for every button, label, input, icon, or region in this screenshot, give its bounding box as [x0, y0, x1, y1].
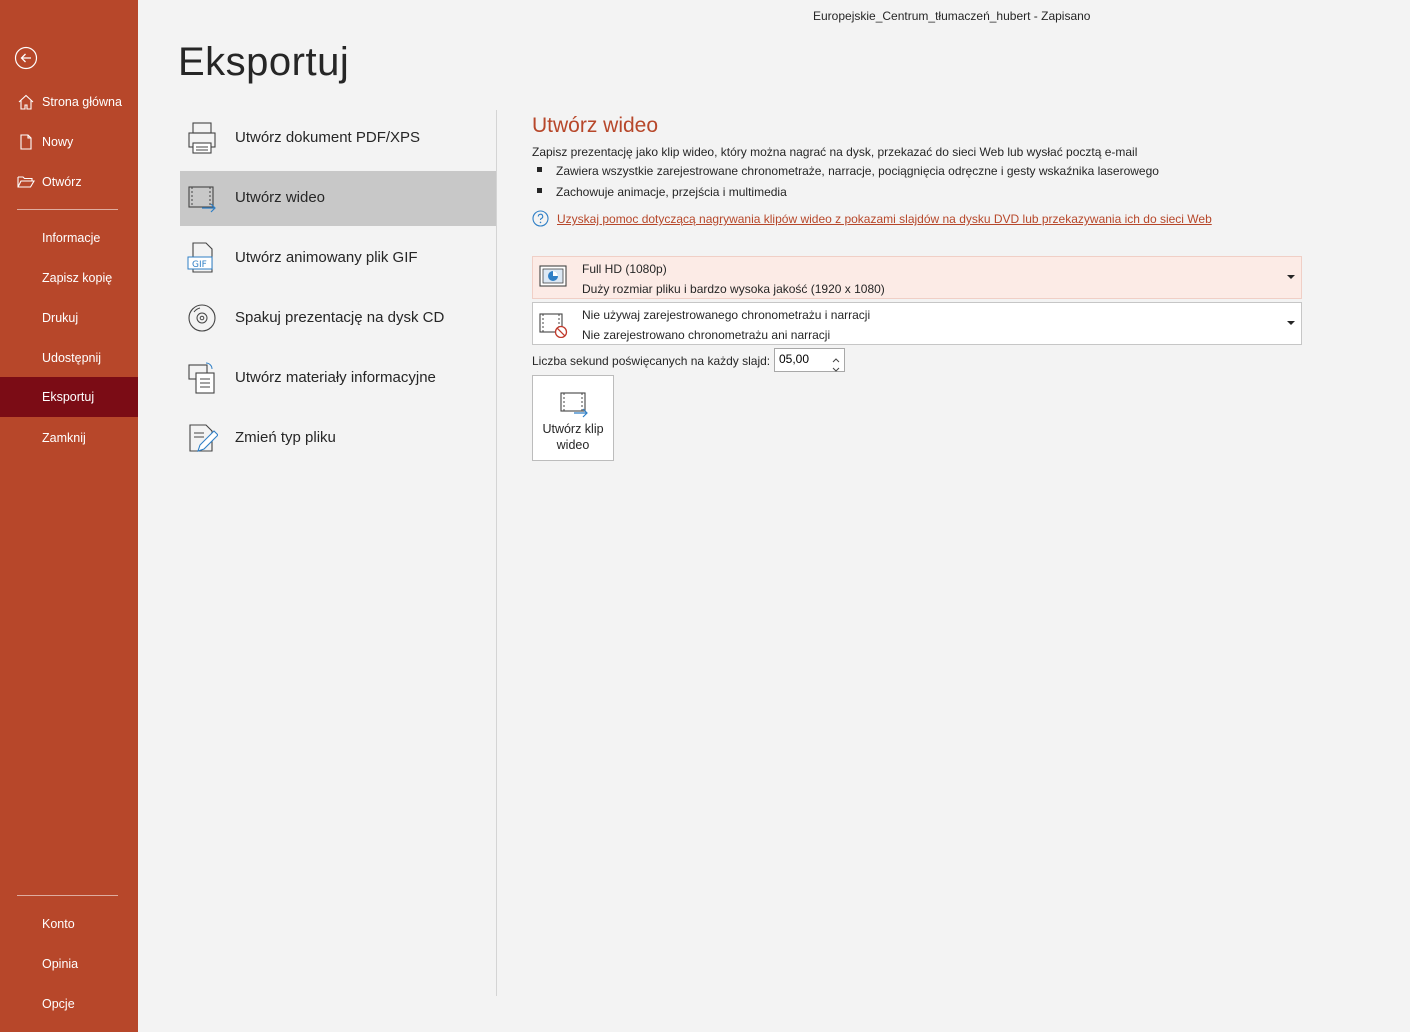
document-title: Europejskie_Centrum_tłumaczeń_hubert - Z…	[813, 9, 1091, 23]
dropdown-primary-text: Full HD (1080p)	[582, 262, 667, 276]
export-option-label: Utwórz animowany plik GIF	[235, 249, 418, 266]
sidebar-item-label: Strona główna	[42, 95, 122, 109]
sidebar-item-label: Konto	[42, 917, 75, 931]
change-file-type-icon	[186, 421, 219, 455]
sidebar-item-label: Informacje	[42, 231, 101, 245]
svg-text:GIF: GIF	[192, 260, 207, 270]
export-option-gif[interactable]: GIF Utwórz animowany plik GIF	[180, 231, 496, 286]
seconds-per-slide-input[interactable]	[779, 352, 827, 366]
sidebar-item-label: Nowy	[42, 135, 74, 149]
export-option-handouts[interactable]: Utwórz materiały informacyjne	[180, 351, 496, 406]
sidebar-item-label: Udostępnij	[42, 351, 102, 365]
feature-bullet: Zachowuje animacje, przejścia i multimed…	[537, 185, 787, 199]
export-option-label: Utwórz dokument PDF/XPS	[235, 129, 421, 146]
sidebar-item-label: Drukuj	[42, 311, 79, 325]
panel-divider	[496, 110, 497, 996]
sidebar-item-share[interactable]: Udostępnij	[0, 338, 138, 378]
dropdown-secondary-text: Duży rozmiar pliku i bardzo wysoka jakoś…	[582, 282, 885, 296]
sidebar-item-new[interactable]: Nowy	[0, 122, 138, 162]
sidebar-item-export[interactable]: Eksportuj	[0, 377, 138, 417]
handouts-icon	[186, 361, 218, 395]
chevron-down-icon	[1287, 321, 1295, 325]
help-question-icon	[532, 210, 549, 227]
video-icon	[186, 181, 218, 215]
export-option-label: Spakuj prezentację na dysk CD	[235, 309, 445, 326]
export-option-pdf[interactable]: Utwórz dokument PDF/XPS	[180, 111, 496, 166]
bullet-text: Zachowuje animacje, przejścia i multimed…	[556, 185, 787, 199]
no-timing-icon	[538, 308, 568, 339]
dropdown-primary-text: Nie używaj zarejestrowanego chronometraż…	[582, 308, 871, 322]
dropdown-secondary-text: Nie zarejestrowano chronometrażu ani nar…	[582, 328, 831, 342]
sidebar-item-options[interactable]: Opcje	[0, 984, 138, 1024]
bullet-text: Zawiera wszystkie zarejestrowane chronom…	[556, 164, 1159, 178]
export-option-label: Utwórz wideo	[235, 189, 326, 206]
export-option-video[interactable]: Utwórz wideo	[180, 171, 496, 226]
export-option-cd[interactable]: Spakuj prezentację na dysk CD	[180, 291, 496, 346]
sidebar-item-info[interactable]: Informacje	[0, 218, 138, 258]
sidebar-item-save-copy[interactable]: Zapisz kopię	[0, 258, 138, 298]
export-options-list: Utwórz dokument PDF/XPS Utwórz wideo GIF…	[180, 111, 496, 471]
page-title: Eksportuj	[178, 40, 350, 84]
spin-down-icon[interactable]	[832, 361, 840, 372]
sidebar-item-label: Eksportuj	[42, 390, 95, 404]
panel-title: Utwórz wideo	[532, 114, 659, 137]
sidebar-item-label: Otwórz	[42, 175, 82, 189]
sidebar-item-print[interactable]: Drukuj	[0, 298, 138, 338]
export-option-label: Zmień typ pliku	[235, 429, 336, 446]
sidebar-item-label: Zapisz kopię	[42, 271, 113, 285]
create-video-button-label: Utwórz klip wideo	[542, 422, 604, 452]
help-link[interactable]: Uzyskaj pomoc dotyczącą nagrywania klipó…	[557, 212, 1212, 226]
seconds-per-slide-stepper	[774, 348, 845, 372]
sidebar-item-account[interactable]: Konto	[0, 904, 138, 944]
sidebar-item-label: Opcje	[42, 997, 75, 1011]
back-arrow-icon[interactable]	[14, 46, 38, 70]
home-icon	[17, 94, 35, 110]
chevron-down-icon	[1287, 275, 1295, 279]
cd-icon	[186, 301, 218, 335]
video-quality-dropdown[interactable]: Full HD (1080p) Duży rozmiar pliku i bar…	[532, 256, 1302, 299]
sidebar-divider	[17, 209, 118, 210]
export-option-change-type[interactable]: Zmień typ pliku	[180, 411, 496, 466]
bullet-marker	[537, 167, 542, 173]
bullet-marker	[537, 188, 542, 194]
feature-bullet: Zawiera wszystkie zarejestrowane chronom…	[537, 164, 1159, 178]
spin-up-icon[interactable]	[832, 351, 840, 363]
timing-narration-dropdown[interactable]: Nie używaj zarejestrowanego chronometraż…	[532, 302, 1302, 345]
export-option-label: Utwórz materiały informacyjne	[235, 369, 436, 386]
sidebar-item-label: Zamknij	[42, 431, 86, 445]
sidebar-item-feedback[interactable]: Opinia	[0, 944, 138, 984]
new-document-icon	[17, 134, 35, 150]
create-video-button[interactable]: Utwórz klip wideo	[532, 375, 614, 461]
sidebar-item-close[interactable]: Zamknij	[0, 418, 138, 458]
folder-open-icon	[17, 174, 35, 190]
sidebar-item-label: Opinia	[42, 957, 79, 971]
pdf-document-icon	[186, 121, 218, 155]
sidebar-divider	[17, 895, 118, 896]
video-icon	[558, 390, 590, 420]
gif-icon: GIF	[186, 241, 218, 275]
seconds-per-slide-label: Liczba sekund poświęcanych na każdy slaj…	[532, 354, 771, 368]
presentation-quality-icon	[538, 262, 568, 292]
panel-description: Zapisz prezentację jako klip wideo, któr…	[532, 145, 1138, 159]
sidebar-item-home[interactable]: Strona główna	[0, 82, 138, 122]
sidebar-item-open[interactable]: Otwórz	[0, 162, 138, 202]
backstage-sidebar: Strona główna Nowy Otwórz Informacje Zap…	[0, 0, 138, 1032]
